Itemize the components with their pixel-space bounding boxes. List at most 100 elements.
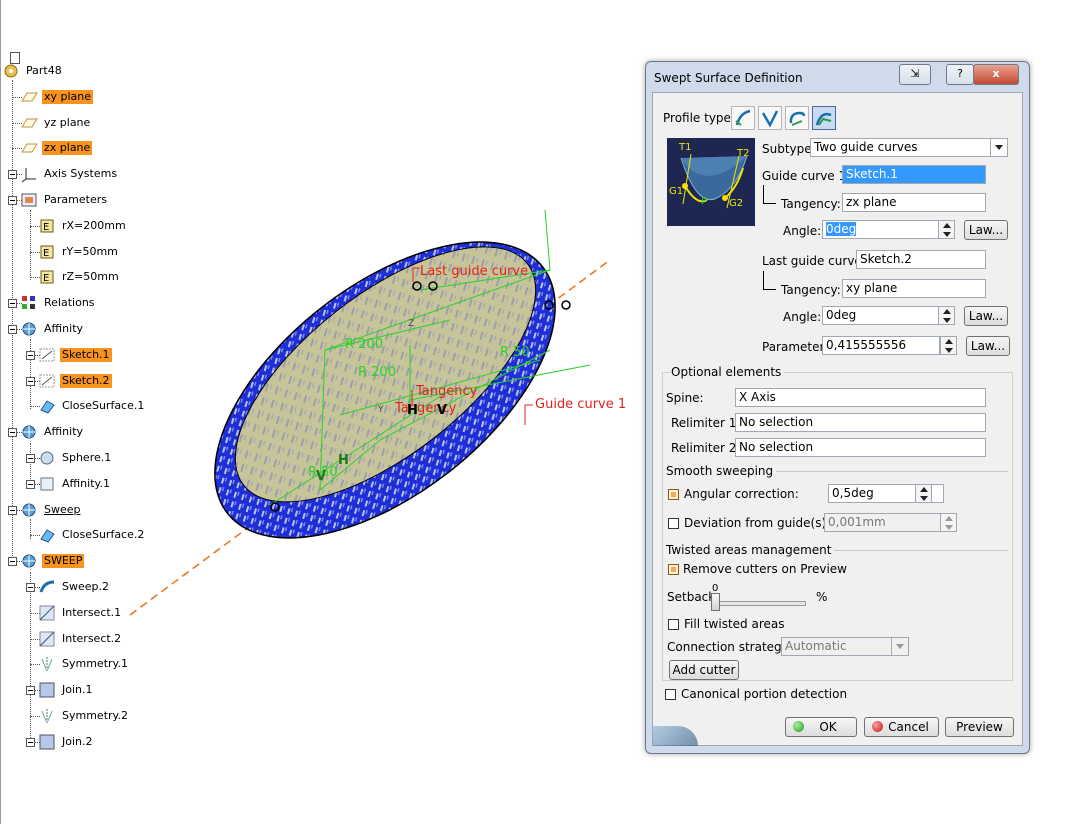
tree-collapse-toggle[interactable] (26, 737, 35, 747)
label-r50-a: R 50 (500, 345, 530, 360)
tree-node[interactable]: xy plane (20, 88, 94, 106)
tree-node[interactable]: ErZ=50mm (38, 268, 121, 286)
label-r200-b: R 200 (358, 365, 396, 380)
subtype-preview-image: T1 T2 G1 G2 P (667, 138, 755, 226)
angular-correction-spinner[interactable] (915, 484, 932, 503)
tree-node-label: rY=50mm (62, 244, 118, 258)
tree-node[interactable]: Symmetry.2 (38, 707, 130, 725)
setback-slider-thumb[interactable] (711, 593, 720, 611)
help-button[interactable]: ? (946, 64, 974, 85)
tree-collapse-toggle[interactable] (8, 557, 17, 567)
relimiter-1-field[interactable]: No selection (735, 413, 986, 432)
tree-collapse-toggle[interactable] (8, 505, 17, 515)
svg-text:E: E (43, 248, 49, 259)
tree-node-label: Affinity (44, 322, 84, 335)
guide-curve-1-field[interactable]: Sketch.1 (842, 165, 986, 184)
tree-node-label: Parameters (44, 193, 107, 206)
relimiter-1-label: Relimiter 1: (671, 416, 741, 430)
tree-node[interactable]: Join.2 (38, 733, 95, 751)
tree-collapse-toggle[interactable] (26, 479, 35, 489)
parameter-spinner[interactable] (940, 336, 957, 355)
angle-1-law-button[interactable]: Law... (964, 220, 1008, 240)
tree-node[interactable]: Parameters (20, 191, 109, 209)
tree-node[interactable]: Affinity (20, 423, 85, 441)
deviation-spinner[interactable] (940, 513, 957, 532)
relimiter-2-field[interactable]: No selection (735, 438, 986, 457)
fill-twisted-label: Fill twisted areas (684, 617, 785, 631)
angle-1-field[interactable]: 0deg (822, 220, 940, 239)
deviation-field[interactable]: 0,001mm (824, 513, 942, 532)
restore-button[interactable]: ⇲ (899, 64, 931, 85)
tangency-2-field[interactable]: xy plane (842, 279, 986, 298)
canonical-portion-checkbox[interactable] (665, 689, 676, 700)
tree-node[interactable]: Part48 (2, 62, 64, 80)
tree-node[interactable]: ErY=50mm (38, 243, 120, 261)
part-icon (4, 64, 18, 78)
tree-node[interactable]: Intersect.2 (38, 630, 123, 648)
angular-correction-checkbox[interactable] (668, 489, 679, 500)
tree-collapse-toggle[interactable] (26, 686, 35, 696)
tangency-1-field[interactable]: zx plane (842, 193, 986, 212)
angle-2-spinner[interactable] (938, 306, 955, 325)
tree-node[interactable]: zx plane (20, 139, 93, 157)
tree-collapse-toggle[interactable] (8, 170, 17, 180)
close-button[interactable]: x (973, 64, 1019, 85)
tree-collapse-toggle[interactable] (8, 299, 17, 309)
tree-node[interactable]: Sweep (20, 501, 83, 519)
setback-slider-track[interactable] (712, 601, 806, 606)
tree-node[interactable]: Axis Systems (20, 165, 119, 183)
tree-node[interactable]: ErX=200mm (38, 217, 128, 235)
last-guide-curve-field[interactable]: Sketch.2 (856, 250, 986, 269)
symmetry-icon (41, 709, 53, 723)
tree-node[interactable]: Sketch.2 (38, 372, 112, 390)
swept-surface-dialog: Swept Surface Definition ⇲ ? x Profile t… (645, 61, 1030, 754)
angle-2-field[interactable]: 0deg (822, 306, 940, 325)
connection-strategy-select[interactable]: Automatic (781, 637, 909, 656)
add-cutter-button[interactable]: Add cutter (669, 660, 739, 680)
profile-type-line-icon[interactable] (758, 106, 782, 130)
connection-strategy-label: Connection strategy: (667, 640, 792, 654)
profile-type-label: Profile type: (663, 111, 735, 125)
parameter-law-button[interactable]: Law... (966, 336, 1010, 356)
affinity-icon (40, 477, 54, 491)
ok-button[interactable]: OK (785, 717, 857, 737)
tree-node[interactable]: Affinity (20, 320, 85, 338)
tree-collapse-toggle[interactable] (26, 583, 35, 592)
tree-collapse-toggle[interactable] (26, 454, 35, 463)
tree-collapse-toggle[interactable] (8, 325, 17, 334)
3d-viewport[interactable]: Last guide curve Guide curve 1 Tangency … (120, 200, 640, 620)
angle-1-spinner[interactable] (938, 220, 955, 239)
tree-node[interactable]: SWEEP (20, 552, 85, 570)
cancel-button[interactable]: Cancel (864, 717, 939, 737)
tree-node[interactable]: Affinity.1 (38, 475, 112, 493)
tree-node[interactable]: Join.1 (38, 681, 95, 699)
tree-node-label: xy plane (42, 89, 94, 104)
tree-node[interactable]: yz plane (20, 114, 92, 132)
deviation-checkbox[interactable] (668, 518, 679, 529)
geometry-canvas[interactable]: Last guide curve Guide curve 1 Tangency … (120, 200, 640, 620)
parameter-field[interactable]: 0,415555556 (822, 336, 940, 355)
tree-collapse-toggle[interactable] (26, 376, 35, 386)
tree-node[interactable]: Symmetry.1 (38, 655, 130, 673)
preview-button[interactable]: Preview (945, 717, 1014, 737)
tree-node[interactable]: Relations (20, 294, 97, 312)
profile-type-circle-icon[interactable] (785, 106, 809, 130)
profile-type-conic-icon[interactable] (812, 106, 836, 130)
tree-collapse-toggle[interactable] (8, 428, 17, 438)
tree-node[interactable]: Sketch.1 (38, 346, 112, 364)
tree-collapse-toggle[interactable] (8, 196, 17, 205)
tree-node[interactable]: Intersect.1 (38, 604, 123, 622)
label-axis-y: Y (377, 405, 384, 415)
tree-node[interactable]: Sphere.1 (38, 449, 113, 467)
angle-2-law-button[interactable]: Law... (964, 306, 1008, 326)
length-parameter-icon: E (40, 245, 54, 259)
tree-node[interactable]: Sweep.2 (38, 578, 111, 596)
spine-field[interactable]: X Axis (735, 388, 986, 407)
subtype-select[interactable]: Two guide curves (810, 138, 1008, 157)
length-parameter-icon: E (40, 219, 54, 233)
join-icon (39, 682, 55, 698)
fill-twisted-checkbox[interactable] (668, 619, 679, 630)
profile-type-explicit-icon[interactable] (731, 106, 755, 130)
tree-collapse-toggle[interactable] (26, 350, 35, 360)
remove-cutters-checkbox[interactable] (668, 564, 679, 575)
